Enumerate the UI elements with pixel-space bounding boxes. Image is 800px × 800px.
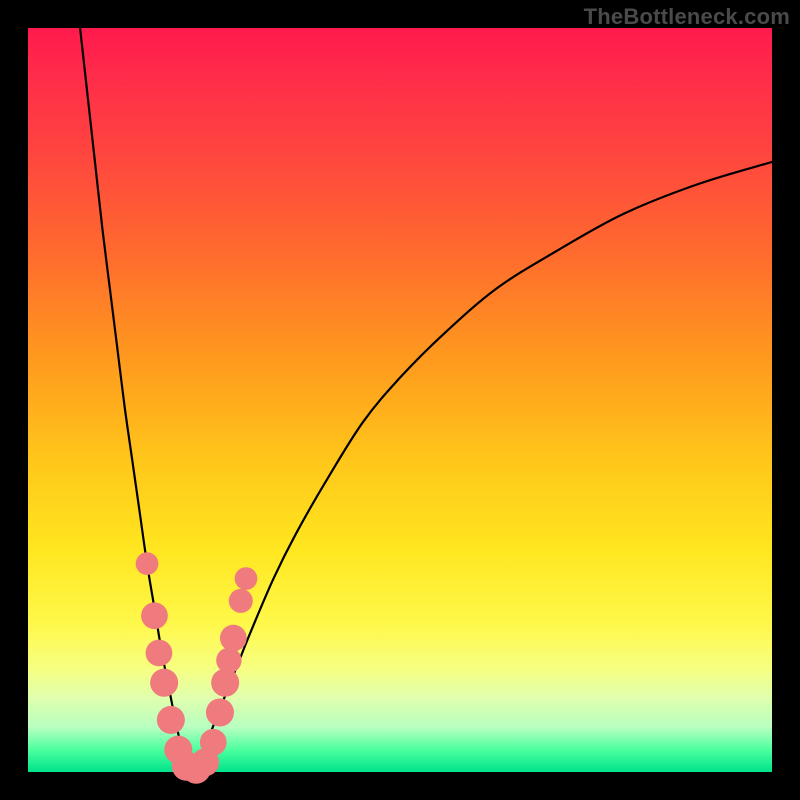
watermark-text: TheBottleneck.com	[584, 4, 790, 30]
data-marker	[220, 625, 247, 652]
curves-svg	[28, 28, 772, 772]
data-marker	[136, 552, 159, 575]
marker-group	[136, 552, 258, 783]
data-marker	[150, 669, 178, 697]
data-marker	[141, 602, 168, 629]
data-marker	[157, 706, 185, 734]
data-marker	[206, 698, 234, 726]
chart-frame: TheBottleneck.com	[0, 0, 800, 800]
data-marker	[211, 669, 239, 697]
data-marker	[200, 729, 227, 756]
plot-area	[28, 28, 772, 772]
curve-left	[80, 28, 192, 772]
data-marker	[235, 567, 258, 590]
data-marker	[146, 640, 173, 667]
data-marker	[229, 589, 253, 613]
data-marker	[216, 648, 241, 673]
curve-right	[192, 162, 772, 772]
